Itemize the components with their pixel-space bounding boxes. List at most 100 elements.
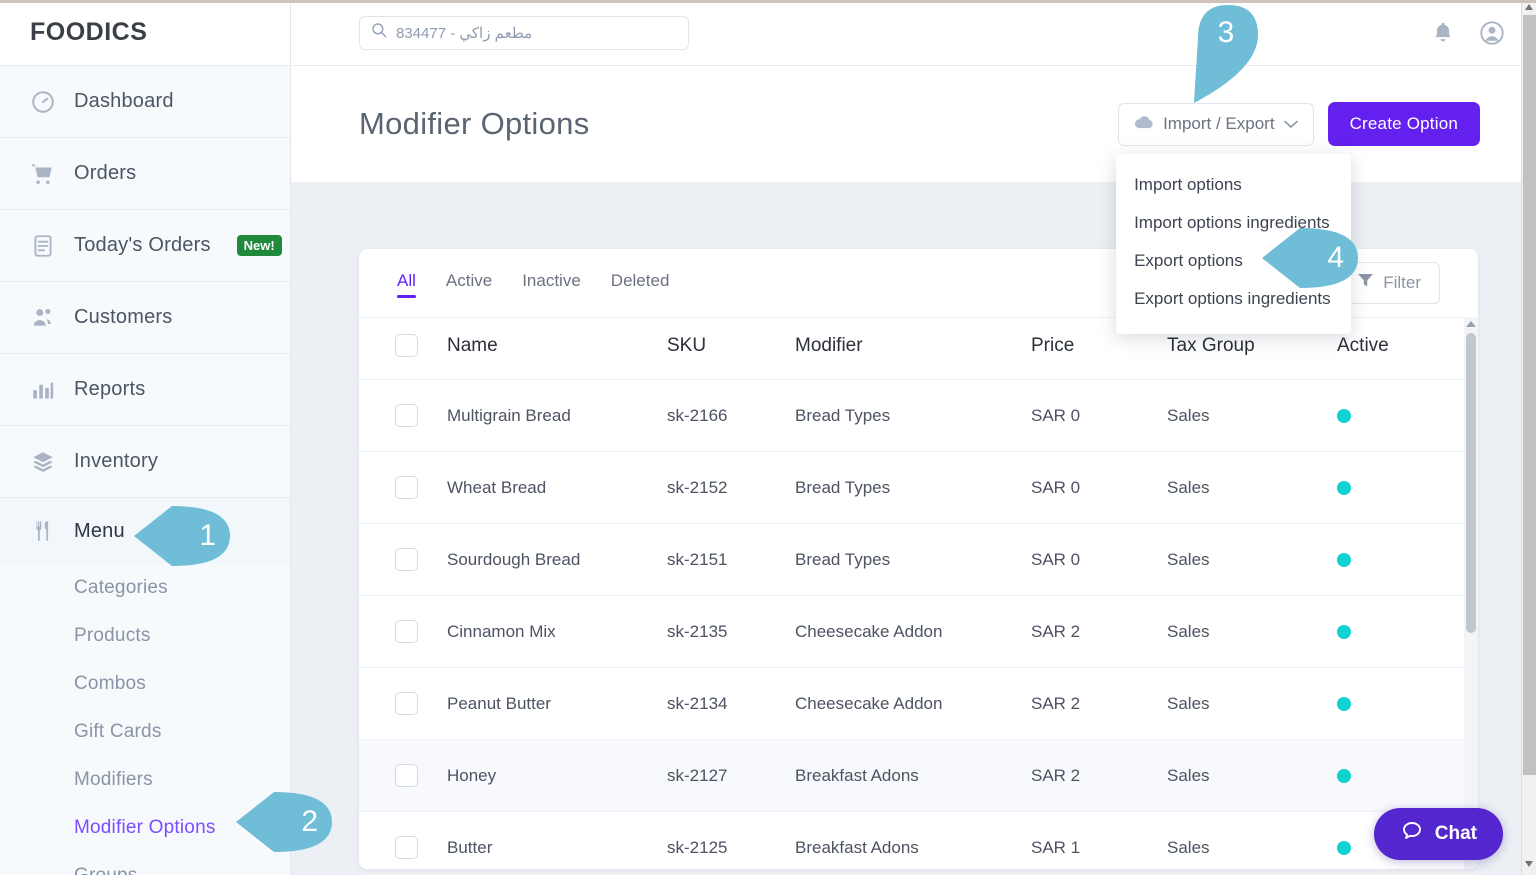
cell-name: Sourdough Bread (447, 523, 667, 596)
cell-active (1337, 379, 1478, 452)
brand-logo[interactable]: FOODICS (0, 0, 290, 66)
cell-tax-group: Sales (1167, 523, 1337, 596)
cloud-icon (1134, 114, 1154, 134)
main-area: مطعم زاكي - 834477 Modifier Options Impo… (291, 0, 1536, 875)
people-icon (28, 303, 58, 333)
table-row[interactable]: Cinnamon Mix sk-2135 Cheesecake Addon SAR 2… (359, 595, 1478, 668)
cell-modifier: Cheesecake Addon (795, 595, 1031, 668)
sidebar-subitem-modifiers[interactable]: Modifiers (74, 756, 290, 804)
table-row[interactable]: Sourdough Bread sk-2151 Bread Types SAR 0 Sa… (359, 523, 1478, 596)
sidebar-item-orders[interactable]: Orders (0, 138, 290, 210)
row-checkbox[interactable] (395, 476, 418, 499)
sidebar-subitem-categories[interactable]: Categories (74, 564, 290, 612)
cell-modifier: Bread Types (795, 523, 1031, 596)
row-select-cell (359, 451, 447, 524)
funnel-icon (1357, 273, 1374, 293)
scroll-up-arrow-icon[interactable] (1466, 321, 1476, 327)
row-checkbox[interactable] (395, 548, 418, 571)
sidebar-subitem-products[interactable]: Products (74, 612, 290, 660)
table-row[interactable]: Honey sk-2127 Breakfast Adons SAR 2 Sales (359, 739, 1478, 812)
cell-modifier: Bread Types (795, 379, 1031, 452)
tab-all[interactable]: All (397, 271, 416, 298)
sidebar-item-label: Inventory (74, 450, 159, 472)
user-avatar-icon[interactable] (1478, 19, 1506, 47)
table-scroll-thumb[interactable] (1466, 333, 1476, 633)
sidebar-item-reports[interactable]: Reports (0, 354, 290, 426)
sidebar-item-customers[interactable]: Customers (0, 282, 290, 354)
app-root: FOODICS Dashboard Orders Today's Orders … (0, 0, 1536, 875)
select-all-checkbox[interactable] (395, 334, 418, 357)
sidebar-subitem-combos[interactable]: Combos (74, 660, 290, 708)
cell-price: SAR 2 (1031, 667, 1167, 740)
cell-price: SAR 0 (1031, 523, 1167, 596)
row-select-cell (359, 667, 447, 740)
cell-tax-group: Sales (1167, 739, 1337, 812)
create-option-button[interactable]: Create Option (1327, 102, 1480, 146)
sidebar-item-menu[interactable]: Menu (0, 498, 290, 564)
cell-active (1337, 667, 1478, 740)
sidebar-item-inventory[interactable]: Inventory (0, 426, 290, 498)
page-content: All Active Inactive Deleted Filter Name … (291, 249, 1536, 875)
page-scroll-up-arrow-icon[interactable] (1525, 4, 1533, 10)
cell-price: SAR 2 (1031, 739, 1167, 812)
cell-price: SAR 0 (1031, 379, 1167, 452)
filter-button[interactable]: Filter (1338, 262, 1440, 304)
dropdown-item-export-options[interactable]: Export options (1116, 242, 1351, 280)
page-scrollbar[interactable] (1521, 0, 1536, 875)
page-scroll-down-arrow-icon[interactable] (1525, 861, 1533, 867)
bell-icon[interactable] (1430, 20, 1456, 46)
tab-deleted[interactable]: Deleted (611, 271, 670, 296)
row-checkbox[interactable] (395, 404, 418, 427)
cell-tax-group: Sales (1167, 667, 1337, 740)
row-checkbox[interactable] (395, 836, 418, 859)
column-header-active[interactable]: Active (1337, 317, 1478, 380)
cell-price: SAR 1 (1031, 811, 1167, 869)
dropdown-item-export-options-ingredients[interactable]: Export options ingredients (1116, 280, 1351, 318)
row-select-cell (359, 739, 447, 812)
tab-active[interactable]: Active (446, 271, 492, 296)
table-row[interactable]: Peanut Butter sk-2134 Cheesecake Addon SAR … (359, 667, 1478, 740)
row-select-cell (359, 379, 447, 452)
sidebar-subitem-modifier-options[interactable]: Modifier Options (74, 804, 290, 852)
import-export-button[interactable]: Import / Export (1118, 102, 1314, 146)
cell-name: Peanut Butter (447, 667, 667, 740)
column-header-modifier[interactable]: Modifier (795, 317, 1031, 380)
cutlery-icon (28, 516, 58, 546)
layers-icon (28, 447, 58, 477)
chat-button[interactable]: Chat (1373, 808, 1503, 860)
select-all-header (359, 317, 447, 380)
sidebar-subitem-gift-cards[interactable]: Gift Cards (74, 708, 290, 756)
sidebar-item-label: Reports (74, 378, 146, 400)
dropdown-item-import-options[interactable]: Import options (1116, 166, 1351, 204)
column-header-name[interactable]: Name (447, 317, 667, 380)
modifier-options-card: All Active Inactive Deleted Filter Name … (359, 249, 1478, 869)
row-checkbox[interactable] (395, 764, 418, 787)
search-input[interactable]: مطعم زاكي - 834477 (359, 15, 689, 50)
table-row[interactable]: Multigrain Bread sk-2166 Bread Types SAR 0S… (359, 379, 1478, 452)
brand-name: FOODICS (30, 18, 148, 46)
chat-bubble-icon (1400, 819, 1424, 849)
sidebar-item-dashboard[interactable]: Dashboard (0, 66, 290, 138)
cell-name: Wheat Bread (447, 451, 667, 524)
tab-inactive[interactable]: Inactive (522, 271, 581, 296)
page-scroll-thumb[interactable] (1523, 15, 1536, 775)
sidebar-item-todays-orders[interactable]: Today's Orders New! (0, 210, 290, 282)
sidebar-subitem-groups[interactable]: Groups (74, 852, 290, 875)
cell-modifier: Breakfast Adons (795, 811, 1031, 869)
table-scrollbar[interactable] (1464, 317, 1478, 869)
dropdown-item-import-options-ingredients[interactable]: Import options ingredients (1116, 204, 1351, 242)
row-checkbox[interactable] (395, 620, 418, 643)
table-row[interactable]: Wheat Bread sk-2152 Bread Types SAR 0 Sales (359, 451, 1478, 524)
import-export-label: Import / Export (1163, 114, 1275, 133)
new-badge: New! (236, 235, 282, 256)
row-checkbox[interactable] (395, 692, 418, 715)
active-status-dot (1337, 408, 1351, 423)
active-status-dot (1337, 480, 1351, 495)
column-header-sku[interactable]: SKU (667, 317, 795, 380)
cell-tax-group: Sales (1167, 595, 1337, 668)
table-row[interactable]: Butter sk-2125 Breakfast Adons SAR 1 Sales (359, 811, 1478, 869)
sidebar-item-label: Customers (74, 306, 173, 328)
window-top-edge (0, 0, 1536, 3)
page-header: Modifier Options Import / Export Create … (291, 66, 1536, 334)
page-title: Modifier Options (359, 106, 590, 141)
